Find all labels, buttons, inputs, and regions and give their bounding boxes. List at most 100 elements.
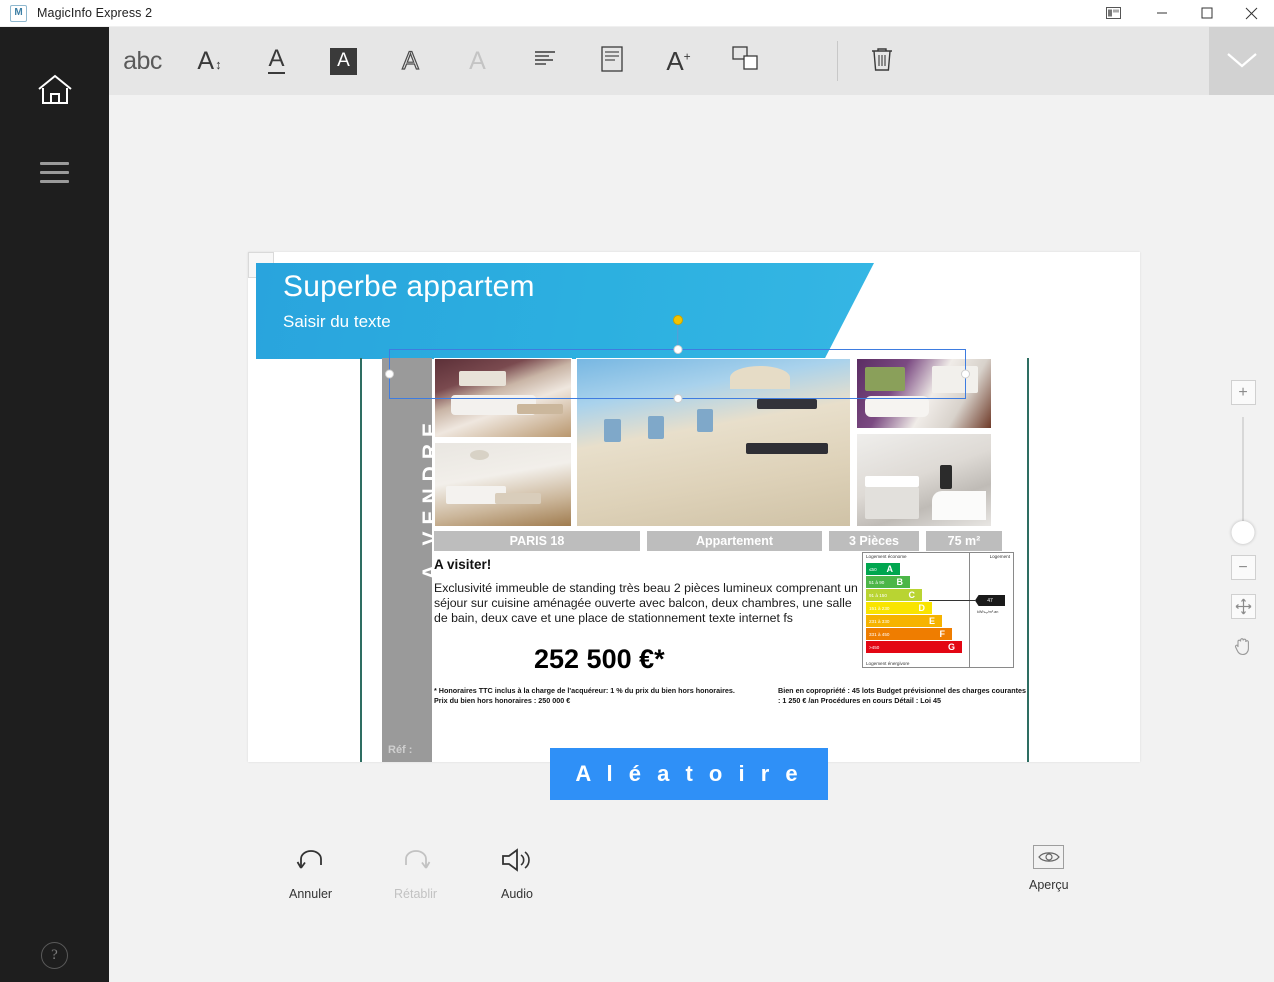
font-size-button[interactable]: A↕ bbox=[176, 27, 243, 95]
energy-bar-letter: D bbox=[918, 603, 926, 613]
text-formatting-toolbar: abc A↕ A A A A A+ bbox=[109, 27, 1274, 95]
photo-building-facade[interactable] bbox=[576, 358, 851, 527]
energy-bar-f: 331 à 450 F bbox=[866, 628, 952, 640]
close-button[interactable] bbox=[1229, 0, 1274, 27]
text-box-button[interactable] bbox=[578, 27, 645, 95]
energy-bar-range: 231 à 330 bbox=[869, 618, 890, 624]
text-opacity-button[interactable]: A bbox=[444, 27, 511, 95]
poster-template[interactable]: Superbe appartem Saisir du texte A VENDR… bbox=[248, 252, 1140, 762]
hamburger-menu-icon bbox=[40, 162, 69, 183]
redo-label: Rétablir bbox=[394, 887, 438, 901]
energy-bar-d: 151 à 230 D bbox=[866, 602, 932, 614]
audio-button[interactable]: Audio bbox=[499, 845, 535, 901]
speaker-icon bbox=[499, 845, 535, 878]
zoom-slider-track[interactable] bbox=[1231, 417, 1255, 544]
undo-button[interactable]: Annuler bbox=[289, 845, 332, 901]
zoom-controls: + − bbox=[1226, 380, 1260, 658]
text-fill-icon: A bbox=[330, 47, 357, 75]
divider-line-left bbox=[360, 358, 362, 762]
energy-bottom-caption: Logement énergivore bbox=[866, 661, 910, 666]
redo-button[interactable]: Rétablir bbox=[394, 845, 437, 901]
magicinfo-express-window: M MagicInfo Express 2 ? abc A↕ A A A A A… bbox=[0, 0, 1274, 982]
energy-bar-g: >450 G bbox=[866, 641, 962, 653]
energy-bar-letter: G bbox=[947, 642, 955, 652]
confirm-button[interactable] bbox=[1209, 27, 1274, 95]
photo-bedroom[interactable] bbox=[856, 358, 992, 429]
font-size-icon: A↕ bbox=[197, 46, 222, 75]
text-outline-icon: A bbox=[402, 46, 420, 75]
help-question-icon: ? bbox=[41, 942, 68, 969]
preview-label: Aperçu bbox=[1029, 878, 1069, 892]
trash-icon bbox=[869, 45, 895, 78]
undo-label: Annuler bbox=[289, 887, 333, 901]
energy-bar-b: 51 à 90 B bbox=[866, 576, 910, 588]
hand-pan-icon[interactable] bbox=[1231, 633, 1256, 658]
check-icon bbox=[1225, 47, 1259, 76]
magicinfo-logo-icon: M bbox=[10, 4, 27, 22]
energy-bar-c: 91 à 150 C bbox=[866, 589, 922, 601]
text-align-button[interactable] bbox=[511, 27, 578, 95]
energy-bar-range: 151 à 230 bbox=[869, 605, 890, 611]
text-outline-button[interactable]: A bbox=[377, 27, 444, 95]
energy-bar-letter: A bbox=[886, 564, 894, 574]
text-highlight-button[interactable]: A bbox=[310, 27, 377, 95]
zoom-out-button[interactable]: − bbox=[1230, 555, 1256, 580]
align-left-icon bbox=[533, 49, 557, 74]
energy-right-caption: Logement bbox=[989, 554, 1010, 559]
left-navigation-rail: ? bbox=[0, 27, 109, 982]
energy-pointer-line bbox=[929, 600, 975, 601]
poster-right-details: Bien en copropriété : 45 lots Budget pré… bbox=[778, 686, 1027, 705]
energy-bar-letter: B bbox=[896, 577, 904, 587]
energy-bar-range: ≤50 bbox=[869, 566, 877, 572]
tag-type: Appartement bbox=[647, 531, 822, 551]
energy-bar-range: 91 à 150 bbox=[869, 592, 887, 598]
tag-location: PARIS 18 bbox=[434, 531, 640, 551]
eye-preview-icon bbox=[1033, 845, 1065, 869]
energy-performance-label: Logement économe Logement énergivore Log… bbox=[862, 552, 1014, 668]
maximize-button[interactable] bbox=[1184, 0, 1229, 27]
layers-arrange-icon bbox=[731, 45, 760, 77]
home-icon bbox=[36, 73, 74, 112]
photo-bathroom[interactable] bbox=[856, 433, 992, 527]
add-text-icon: A+ bbox=[666, 46, 691, 76]
poster-description[interactable]: Exclusivité immeuble de standing très be… bbox=[434, 581, 859, 626]
energy-bar-e: 231 à 330 E bbox=[866, 615, 942, 627]
fit-move-icon[interactable] bbox=[1230, 594, 1256, 619]
font-family-button[interactable]: abc bbox=[109, 27, 176, 95]
tag-rooms: 3 Pièces bbox=[829, 531, 919, 551]
banner-subtitle-text[interactable]: Saisir du texte bbox=[283, 312, 391, 332]
energy-value-badge: 47 bbox=[975, 595, 1005, 606]
font-color-button[interactable]: A bbox=[243, 27, 310, 95]
zoom-in-button[interactable]: + bbox=[1230, 380, 1256, 405]
arrange-layers-button[interactable] bbox=[712, 27, 779, 95]
banner-title-text[interactable]: Superbe appartem bbox=[283, 270, 535, 304]
display-icon[interactable] bbox=[1087, 0, 1139, 27]
minimize-button[interactable] bbox=[1139, 0, 1184, 27]
energy-bar-range: 331 à 450 bbox=[869, 631, 890, 637]
zoom-slider-thumb[interactable] bbox=[1231, 521, 1255, 544]
preview-button[interactable]: Aperçu bbox=[1029, 845, 1069, 892]
text-box-icon bbox=[600, 45, 623, 77]
add-text-button[interactable]: A+ bbox=[645, 27, 712, 95]
energy-bar-range: 51 à 90 bbox=[869, 579, 885, 585]
undo-arrow-icon bbox=[294, 845, 328, 878]
poster-headline[interactable]: A visiter! bbox=[434, 557, 491, 572]
poster-fine-print: * Honoraires TTC inclus à la charge de l… bbox=[434, 686, 735, 705]
abc-text-icon: abc bbox=[123, 46, 162, 75]
poster-price[interactable]: 252 500 €* bbox=[534, 644, 665, 675]
photo-living-room-2[interactable] bbox=[434, 442, 572, 527]
menu-button[interactable] bbox=[0, 162, 109, 183]
audio-label: Audio bbox=[501, 887, 533, 901]
random-layout-button[interactable]: A l é a t o i r e bbox=[550, 748, 828, 800]
delete-button[interactable] bbox=[838, 27, 926, 95]
tag-surface: 75 m² bbox=[926, 531, 1002, 551]
energy-bar-range: >450 bbox=[869, 644, 880, 650]
home-button[interactable] bbox=[0, 73, 109, 112]
font-color-underline-icon: A bbox=[268, 46, 285, 75]
energy-bar-letter: C bbox=[908, 590, 916, 600]
energy-bar-letter: F bbox=[939, 629, 946, 639]
a-vendre-column: A VENDRE Réf : bbox=[382, 358, 442, 762]
energy-bar-a: ≤50 A bbox=[866, 563, 900, 575]
help-button[interactable]: ? bbox=[0, 942, 109, 969]
photo-living-room[interactable] bbox=[434, 358, 572, 438]
